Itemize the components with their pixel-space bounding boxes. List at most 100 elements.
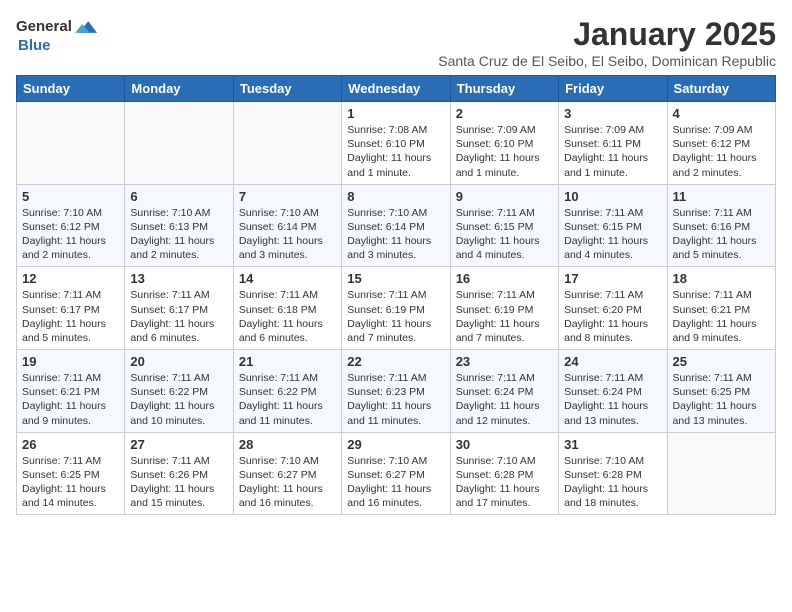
calendar-table: SundayMondayTuesdayWednesdayThursdayFrid…: [16, 75, 776, 515]
day-number: 29: [347, 437, 444, 452]
day-number: 17: [564, 271, 661, 286]
calendar-cell: [17, 102, 125, 185]
cell-sun-info: Sunrise: 7:11 AMSunset: 6:22 PMDaylight:…: [239, 371, 336, 428]
cell-sun-info: Sunrise: 7:11 AMSunset: 6:22 PMDaylight:…: [130, 371, 227, 428]
day-number: 23: [456, 354, 553, 369]
day-number: 12: [22, 271, 119, 286]
day-number: 21: [239, 354, 336, 369]
day-number: 16: [456, 271, 553, 286]
cell-sun-info: Sunrise: 7:10 AMSunset: 6:14 PMDaylight:…: [347, 206, 444, 263]
calendar-cell: 17 Sunrise: 7:11 AMSunset: 6:20 PMDayligh…: [559, 267, 667, 350]
day-number: 4: [673, 106, 770, 121]
calendar-cell: 2 Sunrise: 7:09 AMSunset: 6:10 PMDaylight…: [450, 102, 558, 185]
day-number: 2: [456, 106, 553, 121]
calendar-cell: 30Sunrise: 7:10 AMSunset: 6:28 PMDayligh…: [450, 432, 558, 515]
logo-general: General: [16, 19, 72, 36]
calendar-week-row: 1 Sunrise: 7:08 AMSunset: 6:10 PMDaylight…: [17, 102, 776, 185]
cell-sun-info: Sunrise: 7:09 AMSunset: 6:12 PMDaylight:…: [673, 123, 770, 180]
calendar-cell: 5 Sunrise: 7:10 AMSunset: 6:12 PMDaylight…: [17, 184, 125, 267]
cell-sun-info: Sunrise: 7:11 AMSunset: 6:26 PMDaylight:…: [130, 454, 227, 511]
day-number: 5: [22, 189, 119, 204]
calendar-cell: 11Sunrise: 7:11 AMSunset: 6:16 PMDayligh…: [667, 184, 775, 267]
day-number: 13: [130, 271, 227, 286]
day-of-week-header: Sunday: [17, 76, 125, 102]
calendar-week-row: 12 Sunrise: 7:11 AMSunset: 6:17 PMDayligh…: [17, 267, 776, 350]
calendar-cell: 8 Sunrise: 7:10 AMSunset: 6:14 PMDaylight…: [342, 184, 450, 267]
month-title: January 2025: [438, 16, 776, 53]
day-number: 6: [130, 189, 227, 204]
title-block: January 2025 Santa Cruz de El Seibo, El …: [438, 16, 776, 69]
cell-sun-info: Sunrise: 7:10 AMSunset: 6:13 PMDaylight:…: [130, 206, 227, 263]
day-number: 28: [239, 437, 336, 452]
cell-sun-info: Sunrise: 7:11 AMSunset: 6:19 PMDaylight:…: [456, 288, 553, 345]
cell-sun-info: Sunrise: 7:10 AMSunset: 6:28 PMDaylight:…: [456, 454, 553, 511]
calendar-cell: [125, 102, 233, 185]
calendar-cell: 23 Sunrise: 7:11 AMSunset: 6:24 PMDayligh…: [450, 350, 558, 433]
day-of-week-header: Friday: [559, 76, 667, 102]
day-of-week-header: Thursday: [450, 76, 558, 102]
calendar-cell: 7 Sunrise: 7:10 AMSunset: 6:14 PMDaylight…: [233, 184, 341, 267]
calendar-cell: 10 Sunrise: 7:11 AMSunset: 6:15 PMDayligh…: [559, 184, 667, 267]
calendar-cell: [233, 102, 341, 185]
logo-icon: [75, 16, 97, 38]
calendar-cell: 24Sunrise: 7:11 AMSunset: 6:24 PMDayligh…: [559, 350, 667, 433]
calendar-cell: 20 Sunrise: 7:11 AMSunset: 6:22 PMDayligh…: [125, 350, 233, 433]
day-number: 10: [564, 189, 661, 204]
calendar-cell: 25Sunrise: 7:11 AMSunset: 6:25 PMDayligh…: [667, 350, 775, 433]
cell-sun-info: Sunrise: 7:11 AMSunset: 6:17 PMDaylight:…: [22, 288, 119, 345]
calendar-cell: 9 Sunrise: 7:11 AMSunset: 6:15 PMDaylight…: [450, 184, 558, 267]
calendar-cell: 6 Sunrise: 7:10 AMSunset: 6:13 PMDaylight…: [125, 184, 233, 267]
subtitle: Santa Cruz de El Seibo, El Seibo, Domini…: [438, 53, 776, 69]
cell-sun-info: Sunrise: 7:11 AMSunset: 6:24 PMDaylight:…: [564, 371, 661, 428]
cell-sun-info: Sunrise: 7:11 AMSunset: 6:21 PMDaylight:…: [22, 371, 119, 428]
cell-sun-info: Sunrise: 7:11 AMSunset: 6:17 PMDaylight:…: [130, 288, 227, 345]
calendar-cell: 15Sunrise: 7:11 AMSunset: 6:19 PMDayligh…: [342, 267, 450, 350]
calendar-cell: 21 Sunrise: 7:11 AMSunset: 6:22 PMDayligh…: [233, 350, 341, 433]
cell-sun-info: Sunrise: 7:10 AMSunset: 6:27 PMDaylight:…: [239, 454, 336, 511]
cell-sun-info: Sunrise: 7:11 AMSunset: 6:24 PMDaylight:…: [456, 371, 553, 428]
cell-sun-info: Sunrise: 7:11 AMSunset: 6:20 PMDaylight:…: [564, 288, 661, 345]
calendar-cell: 27Sunrise: 7:11 AMSunset: 6:26 PMDayligh…: [125, 432, 233, 515]
calendar-cell: 4 Sunrise: 7:09 AMSunset: 6:12 PMDaylight…: [667, 102, 775, 185]
day-number: 25: [673, 354, 770, 369]
calendar-week-row: 26Sunrise: 7:11 AMSunset: 6:25 PMDayligh…: [17, 432, 776, 515]
day-number: 8: [347, 189, 444, 204]
cell-sun-info: Sunrise: 7:10 AMSunset: 6:14 PMDaylight:…: [239, 206, 336, 263]
calendar-cell: 13 Sunrise: 7:11 AMSunset: 6:17 PMDayligh…: [125, 267, 233, 350]
calendar-cell: 18 Sunrise: 7:11 AMSunset: 6:21 PMDayligh…: [667, 267, 775, 350]
calendar-cell: 14 Sunrise: 7:11 AMSunset: 6:18 PMDayligh…: [233, 267, 341, 350]
day-number: 1: [347, 106, 444, 121]
calendar-cell: 22Sunrise: 7:11 AMSunset: 6:23 PMDayligh…: [342, 350, 450, 433]
page-header: General Blue January 2025 Santa Cruz de …: [16, 16, 776, 69]
cell-sun-info: Sunrise: 7:11 AMSunset: 6:25 PMDaylight:…: [22, 454, 119, 511]
day-number: 14: [239, 271, 336, 286]
cell-sun-info: Sunrise: 7:09 AMSunset: 6:11 PMDaylight:…: [564, 123, 661, 180]
cell-sun-info: Sunrise: 7:11 AMSunset: 6:21 PMDaylight:…: [673, 288, 770, 345]
day-number: 31: [564, 437, 661, 452]
logo-blue: Blue: [16, 38, 97, 55]
day-of-week-header: Wednesday: [342, 76, 450, 102]
calendar-cell: 12 Sunrise: 7:11 AMSunset: 6:17 PMDayligh…: [17, 267, 125, 350]
day-number: 18: [673, 271, 770, 286]
calendar-cell: [667, 432, 775, 515]
calendar-cell: 29 Sunrise: 7:10 AMSunset: 6:27 PMDayligh…: [342, 432, 450, 515]
calendar-week-row: 19Sunrise: 7:11 AMSunset: 6:21 PMDayligh…: [17, 350, 776, 433]
cell-sun-info: Sunrise: 7:11 AMSunset: 6:15 PMDaylight:…: [456, 206, 553, 263]
cell-sun-info: Sunrise: 7:09 AMSunset: 6:10 PMDaylight:…: [456, 123, 553, 180]
day-number: 9: [456, 189, 553, 204]
cell-sun-info: Sunrise: 7:10 AMSunset: 6:12 PMDaylight:…: [22, 206, 119, 263]
day-number: 22: [347, 354, 444, 369]
day-number: 15: [347, 271, 444, 286]
cell-sun-info: Sunrise: 7:11 AMSunset: 6:18 PMDaylight:…: [239, 288, 336, 345]
day-number: 20: [130, 354, 227, 369]
calendar-cell: 3Sunrise: 7:09 AMSunset: 6:11 PMDaylight…: [559, 102, 667, 185]
cell-sun-info: Sunrise: 7:10 AMSunset: 6:27 PMDaylight:…: [347, 454, 444, 511]
day-number: 7: [239, 189, 336, 204]
cell-sun-info: Sunrise: 7:11 AMSunset: 6:15 PMDaylight:…: [564, 206, 661, 263]
cell-sun-info: Sunrise: 7:10 AMSunset: 6:28 PMDaylight:…: [564, 454, 661, 511]
day-of-week-header: Saturday: [667, 76, 775, 102]
cell-sun-info: Sunrise: 7:08 AMSunset: 6:10 PMDaylight:…: [347, 123, 444, 180]
calendar-cell: 1 Sunrise: 7:08 AMSunset: 6:10 PMDaylight…: [342, 102, 450, 185]
calendar-cell: 16 Sunrise: 7:11 AMSunset: 6:19 PMDayligh…: [450, 267, 558, 350]
day-of-week-header: Tuesday: [233, 76, 341, 102]
